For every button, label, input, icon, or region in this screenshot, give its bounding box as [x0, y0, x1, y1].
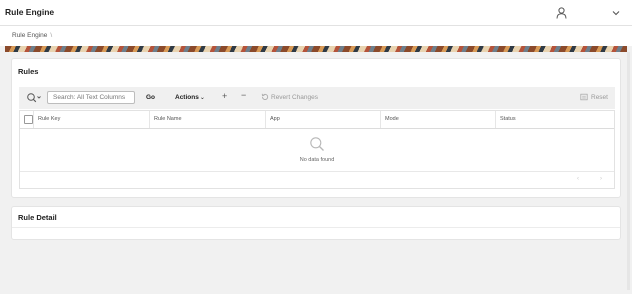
- app-header: Rule Engine: [0, 0, 632, 26]
- previous-page-button[interactable]: ‹: [577, 176, 579, 182]
- user-icon[interactable]: [556, 7, 567, 19]
- rule-detail-divider: [12, 227, 620, 228]
- rules-grid: Rule Key Rule Name App Mode Status No da…: [19, 110, 615, 189]
- reset-label: Reset: [591, 94, 608, 101]
- chevron-down-icon[interactable]: [611, 9, 621, 17]
- next-page-button[interactable]: ›: [600, 176, 602, 182]
- column-header-rule-key[interactable]: Rule Key: [34, 111, 150, 128]
- column-header-mode[interactable]: Mode: [381, 111, 496, 128]
- delete-row-button[interactable]: −: [241, 90, 246, 100]
- rules-region: Rules Go Actions⌄ + − Revert Changes Res…: [11, 58, 621, 198]
- breadcrumb-bar: Rule Engine \: [0, 26, 632, 46]
- rule-detail-title: Rule Detail: [18, 213, 57, 222]
- breadcrumb-item[interactable]: Rule Engine: [12, 32, 47, 39]
- column-header-status[interactable]: Status: [496, 111, 614, 128]
- column-header-app[interactable]: App: [266, 111, 381, 128]
- revert-changes-button[interactable]: Revert Changes: [261, 93, 318, 101]
- page-scrollbar[interactable]: [627, 52, 630, 290]
- chevron-down-icon: ⌄: [199, 95, 205, 101]
- add-row-button[interactable]: +: [222, 91, 227, 101]
- app-title: Rule Engine: [5, 7, 55, 17]
- select-all-checkbox[interactable]: [24, 115, 33, 124]
- go-button[interactable]: Go: [146, 94, 155, 101]
- grid-header: Rule Key Rule Name App Mode Status: [20, 111, 614, 129]
- column-header-rule-name[interactable]: Rule Name: [150, 111, 266, 128]
- search-icon[interactable]: [26, 92, 42, 104]
- actions-button[interactable]: Actions⌄: [175, 94, 205, 101]
- revert-changes-label: Revert Changes: [271, 94, 318, 101]
- select-all-cell: [20, 111, 34, 128]
- rule-detail-region: Rule Detail: [11, 206, 621, 240]
- grid-toolbar: Go Actions⌄ + − Revert Changes Reset: [19, 87, 615, 109]
- no-data-search-icon: [310, 137, 324, 151]
- revert-icon: [261, 93, 269, 100]
- reset-button[interactable]: Reset: [580, 93, 608, 101]
- rules-region-title: Rules: [18, 67, 39, 76]
- breadcrumb-separator: \: [50, 32, 53, 39]
- grid-footer-divider: [20, 171, 614, 172]
- decorative-banner: [5, 46, 627, 52]
- reset-icon: [580, 93, 588, 101]
- actions-label: Actions: [175, 94, 199, 101]
- no-data-message: No data found: [299, 157, 335, 163]
- breadcrumb: Rule Engine \: [12, 32, 52, 39]
- search-input[interactable]: [47, 91, 135, 104]
